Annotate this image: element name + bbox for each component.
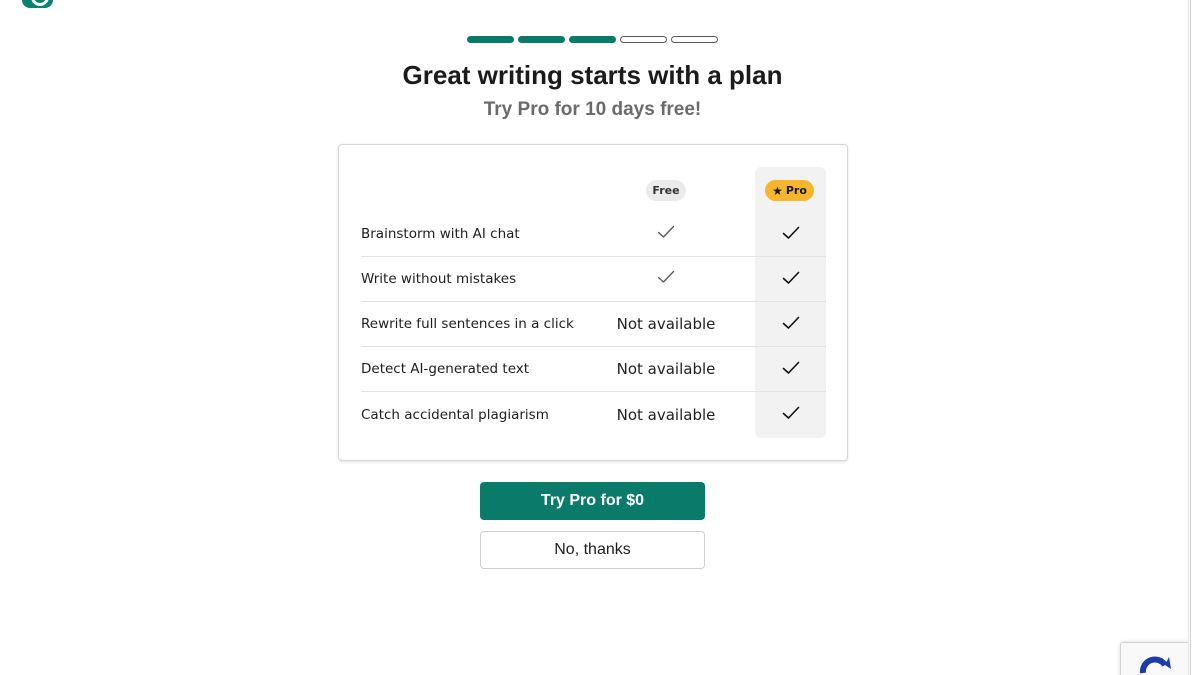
feature-row: Detect AI-generated text Not available bbox=[361, 347, 826, 392]
pro-plan-label: Pro bbox=[785, 184, 807, 197]
pro-check-icon bbox=[755, 270, 826, 289]
free-not-available: Not available bbox=[616, 405, 716, 424]
progress-step-3 bbox=[569, 36, 616, 43]
pro-check-icon bbox=[755, 360, 826, 379]
free-plan-badge: Free bbox=[646, 180, 686, 201]
page-subtitle: Try Pro for 10 days free! bbox=[483, 99, 702, 120]
grammarly-logo-icon bbox=[22, 0, 53, 8]
progress-step-1 bbox=[467, 36, 514, 43]
grammarly-logo bbox=[22, 0, 53, 8]
no-thanks-button[interactable]: No, thanks bbox=[480, 531, 705, 569]
progress-step-2 bbox=[518, 36, 565, 43]
pro-check-icon bbox=[755, 405, 826, 424]
progress-step-5 bbox=[671, 36, 718, 43]
scrollbar-thumb[interactable] bbox=[1190, 0, 1198, 675]
free-not-available: Not available bbox=[616, 360, 716, 378]
progress-steps bbox=[467, 36, 718, 43]
free-plan-label: Free bbox=[652, 184, 680, 197]
scrollbar[interactable] bbox=[1188, 0, 1200, 675]
try-pro-button[interactable]: Try Pro for $0 bbox=[480, 482, 705, 520]
feature-name: Detect AI-generated text bbox=[361, 361, 530, 377]
feature-name: Brainstorm with AI chat bbox=[361, 226, 520, 242]
free-not-available: Not available bbox=[616, 315, 716, 333]
feature-name: Rewrite full sentences in a click bbox=[361, 316, 574, 332]
feature-name: Catch accidental plagiarism bbox=[361, 406, 549, 423]
onboarding-page: Great writing starts with a plan Try Pro… bbox=[0, 0, 1200, 675]
pro-check-icon bbox=[755, 315, 826, 334]
progress-step-4 bbox=[620, 36, 667, 43]
recaptcha-widget[interactable] bbox=[1120, 642, 1190, 675]
feature-row: Rewrite full sentences in a click Not ava… bbox=[361, 302, 826, 347]
pro-check-icon bbox=[755, 225, 826, 244]
feature-name: Write without mistakes bbox=[361, 271, 517, 287]
page-title: Great writing starts with a plan bbox=[402, 60, 783, 90]
plan-comparison-card: Free ★ Pro Brainstorm with AI chat Write … bbox=[338, 144, 848, 461]
star-icon: ★ bbox=[772, 183, 783, 198]
free-check-icon bbox=[601, 270, 731, 288]
feature-row: Catch accidental plagiarism Not available bbox=[361, 392, 826, 437]
free-check-icon bbox=[601, 225, 731, 243]
feature-row: Write without mistakes bbox=[361, 257, 826, 302]
feature-row: Brainstorm with AI chat bbox=[361, 212, 826, 257]
pro-plan-badge: ★ Pro bbox=[765, 180, 814, 201]
recaptcha-icon bbox=[1139, 656, 1171, 674]
